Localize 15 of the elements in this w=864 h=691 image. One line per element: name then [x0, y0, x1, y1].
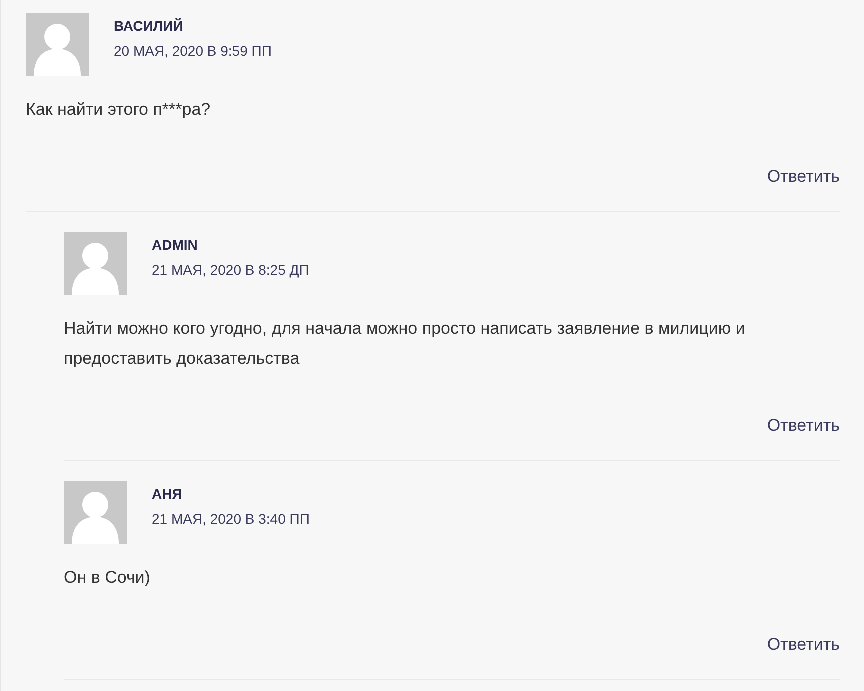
reply-link[interactable]: Ответить — [767, 162, 840, 192]
comment-date: 20 МАЯ, 2020 В 9:59 ПП — [114, 42, 272, 61]
comment-author: АНЯ — [152, 485, 182, 504]
avatar-icon — [64, 481, 127, 544]
comment-text: Найти можно кого угодно, для начала можно просто написать заявление в милицию и предоставить доказательства — [64, 318, 746, 370]
comment-author: ВАСИЛИЙ — [114, 17, 184, 36]
comment-author: ADMIN — [152, 236, 198, 255]
comment-date: 21 МАЯ, 2020 В 3:40 ПП — [152, 510, 310, 529]
reply-link[interactable]: Ответить — [767, 630, 840, 660]
comment-text: Как найти этого п***ра? — [26, 99, 212, 121]
reply-link[interactable]: Ответить — [767, 411, 840, 441]
avatar-icon — [26, 13, 89, 76]
comment-date: 21 МАЯ, 2020 В 8:25 ДП — [152, 261, 310, 280]
comment-text: Он в Сочи) — [64, 567, 152, 589]
avatar-icon — [64, 232, 127, 295]
